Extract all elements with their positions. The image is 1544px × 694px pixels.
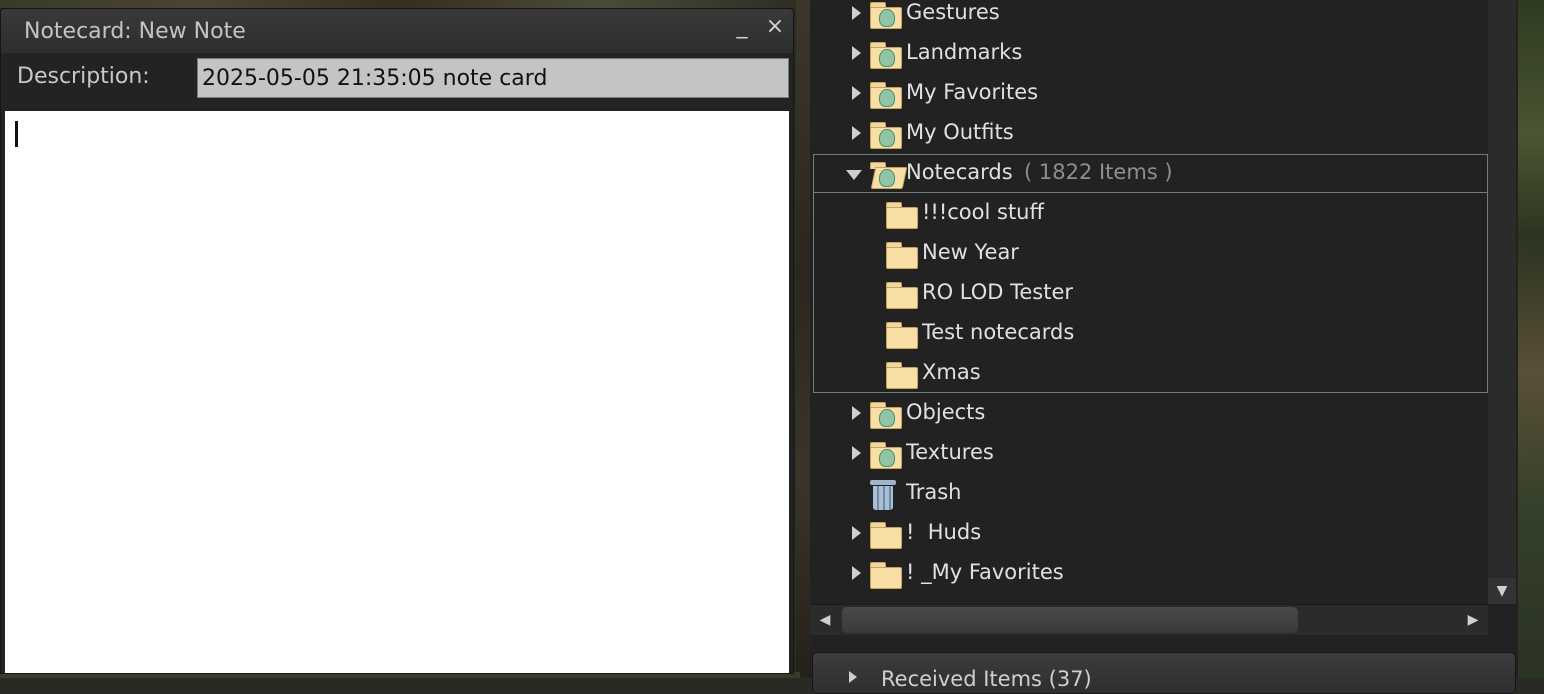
description-field[interactable] xyxy=(197,58,789,98)
minimize-icon[interactable]: _ xyxy=(733,16,751,41)
inventory-item-label: New Year xyxy=(922,240,1019,264)
description-label: Description: xyxy=(17,64,150,89)
folder-icon xyxy=(886,282,918,309)
inventory-folder-row[interactable]: My Favorites xyxy=(810,76,1488,116)
folder-icon xyxy=(886,322,918,349)
inventory-folder-row[interactable]: Objects xyxy=(810,396,1488,436)
scroll-down-icon[interactable]: ▼ xyxy=(1488,578,1516,604)
expand-arrow-icon[interactable] xyxy=(852,46,861,60)
system-folder-icon xyxy=(870,402,902,429)
inventory-item-label: Xmas xyxy=(922,360,981,384)
expand-arrow-icon xyxy=(849,671,857,683)
open-system-folder-icon xyxy=(870,162,908,189)
inventory-item-label: Landmarks xyxy=(906,40,1023,64)
folder-icon xyxy=(886,202,918,229)
system-folder-icon xyxy=(870,2,902,29)
inventory-item-label: Test notecards xyxy=(922,320,1075,344)
folder-icon xyxy=(870,522,902,549)
trash-icon xyxy=(870,480,896,510)
folder-icon xyxy=(886,242,918,269)
notecard-title: Notecard: New Note xyxy=(24,19,246,44)
folder-icon xyxy=(870,562,902,589)
notecard-titlebar[interactable]: Notecard: New Note _ × xyxy=(1,9,793,53)
inventory-tree[interactable]: Gestures Landmarks My Favorites My Outfits N… xyxy=(810,0,1488,596)
notecard-window: Notecard: New Note _ × Description: xyxy=(0,8,794,674)
expand-arrow-icon[interactable] xyxy=(852,406,861,420)
inventory-item-label: ! _My Favorites xyxy=(906,560,1064,584)
inventory-folder-row[interactable]: My Outfits xyxy=(810,116,1488,156)
inventory-item-label: Trash xyxy=(906,480,962,504)
inventory-item-label: ! Huds xyxy=(906,520,982,544)
inventory-folder-row[interactable]: ! Huds xyxy=(810,516,1488,556)
background-scene xyxy=(796,0,810,678)
inventory-item-label: !!!cool stuff xyxy=(922,200,1044,224)
inventory-folder-row[interactable]: Notecards ( 1822 Items ) xyxy=(810,156,1488,196)
notecards-subfolder-row[interactable]: RO LOD Tester xyxy=(810,276,1488,316)
inventory-folder-row[interactable]: Landmarks xyxy=(810,36,1488,76)
system-folder-icon xyxy=(870,42,902,69)
scroll-left-icon[interactable]: ◀ xyxy=(810,605,840,635)
notecards-subfolder-row[interactable]: Test notecards xyxy=(810,316,1488,356)
background-scene xyxy=(1518,0,1544,678)
inventory-item-label: Gestures xyxy=(906,0,1000,24)
text-cursor xyxy=(15,121,18,147)
horizontal-scrollbar[interactable]: ◀ ▶ xyxy=(810,604,1488,635)
inventory-folder-row[interactable]: ! _My Favorites xyxy=(810,556,1488,596)
inventory-item-label: RO LOD Tester xyxy=(922,280,1074,304)
vertical-scrollbar[interactable]: ▼ xyxy=(1488,0,1516,604)
inventory-item-label: My Favorites xyxy=(906,80,1039,104)
inventory-folder-row[interactable]: Gestures xyxy=(810,0,1488,36)
system-folder-icon xyxy=(870,82,902,109)
horizontal-scroll-thumb[interactable] xyxy=(842,607,1298,633)
background-scene xyxy=(0,0,800,8)
notecards-subfolder-row[interactable]: New Year xyxy=(810,236,1488,276)
collapse-arrow-icon[interactable] xyxy=(846,170,862,180)
notecards-subfolder-row[interactable]: Xmas xyxy=(810,356,1488,396)
expand-arrow-icon[interactable] xyxy=(852,86,861,100)
expand-arrow-icon[interactable] xyxy=(852,446,861,460)
close-icon[interactable]: × xyxy=(765,16,785,41)
inventory-folder-row[interactable]: Trash xyxy=(810,476,1488,516)
system-folder-icon xyxy=(870,442,902,469)
received-items-header[interactable]: Received Items (37) xyxy=(812,652,1516,694)
expand-arrow-icon[interactable] xyxy=(852,126,861,140)
expand-arrow-icon[interactable] xyxy=(852,6,861,20)
expand-arrow-icon[interactable] xyxy=(852,566,861,580)
folder-icon xyxy=(886,362,918,389)
scroll-right-icon[interactable]: ▶ xyxy=(1458,605,1488,635)
system-folder-icon xyxy=(870,122,902,149)
item-count: ( 1822 Items ) xyxy=(1024,160,1173,184)
inventory-panel: Gestures Landmarks My Favorites My Outfits N… xyxy=(810,0,1518,694)
inventory-item-label: My Outfits xyxy=(906,120,1014,144)
expand-arrow-icon[interactable] xyxy=(852,526,861,540)
received-items-label: Received Items (37) xyxy=(881,667,1092,691)
inventory-folder-row[interactable]: Textures xyxy=(810,436,1488,476)
inventory-item-label: Textures xyxy=(906,440,994,464)
inventory-item-label: Notecards xyxy=(906,160,1013,184)
inventory-item-label: Objects xyxy=(906,400,986,424)
notecard-text-editor[interactable] xyxy=(5,111,789,673)
notecards-subfolder-row[interactable]: !!!cool stuff xyxy=(810,196,1488,236)
